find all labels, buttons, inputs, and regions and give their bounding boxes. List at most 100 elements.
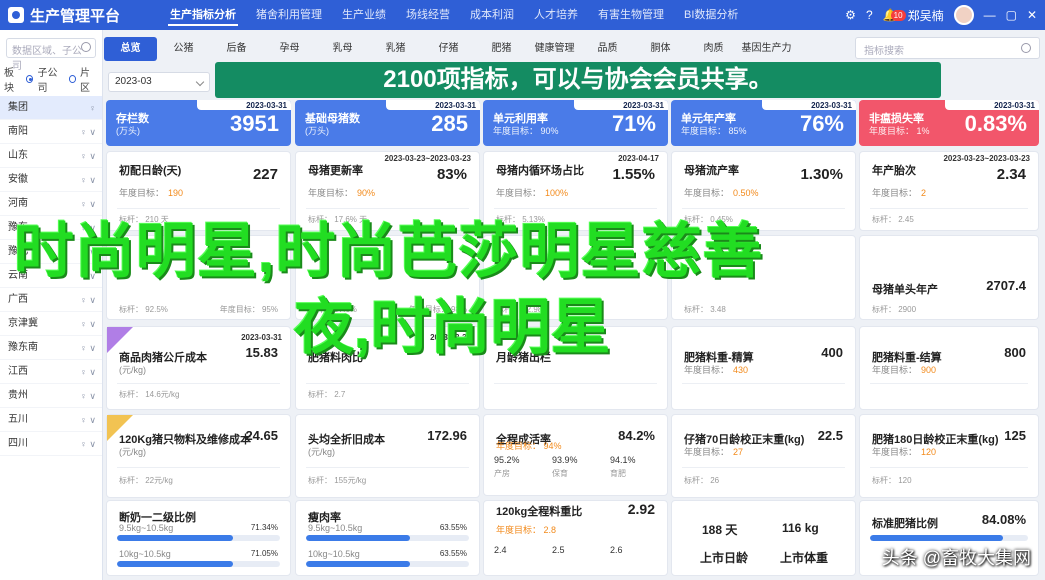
sidebar-item[interactable]: 豫东南 ♀ ∨	[0, 336, 102, 360]
kpi-card[interactable]: 2023-03-31 存栏数 (万头) 3951	[106, 100, 291, 146]
metric-card[interactable]: 头均全折旧成本 172.96 (元/kg) 标杆： 155元/kg	[295, 414, 480, 498]
sidebar-item-actions[interactable]: ♀ ∨	[80, 120, 96, 144]
bell-icon[interactable]: 🔔10	[883, 8, 906, 22]
sidebar-item[interactable]: 五川 ♀ ∨	[0, 408, 102, 432]
sidebar-item[interactable]: 江西 ♀ ∨	[0, 360, 102, 384]
tab-item[interactable]: 仔猪	[422, 37, 475, 61]
metric-goal-value: 27	[733, 447, 744, 457]
metric-card[interactable]: 母猪单头年产 2707.4 标杆： 2900	[859, 235, 1039, 320]
metric-card[interactable]: 仔猪70日龄校正末重(kg) 22.5 年度目标： 27 标杆： 26	[671, 414, 856, 498]
topnav-item[interactable]: 生产指标分析	[160, 0, 246, 30]
topnav-item[interactable]: 有害生物管理	[588, 0, 674, 30]
metric-card[interactable]: 肥猪180日龄校正末重(kg) 125 年度目标： 120 标杆： 120	[859, 414, 1039, 498]
tab-item[interactable]: 后备	[210, 37, 263, 61]
metric-card[interactable]: 2023-03-31 商品肉猪公斤成本 (元/kg) 15.83 标杆： 14.6元/k…	[106, 326, 291, 410]
avatar[interactable]	[953, 5, 974, 25]
metric-card[interactable]: 2023-03-23~2023-03-23 年产胎次 2.34 年度目标： 2 标杆： 2…	[859, 151, 1039, 231]
sidebar-item[interactable]: 安徽 ♀ ∨	[0, 168, 102, 192]
metric-card[interactable]: 120kg全程料重比 2.92 年度目标： 2.8 2.4 2.5 2.6	[483, 500, 668, 576]
kpi-card[interactable]: 2023-03-31 非瘟损失率 年度目标： 1% 0.83%	[859, 100, 1039, 146]
tab-item[interactable]: 基因生产力	[740, 37, 793, 61]
tab-item[interactable]: 胴体	[634, 37, 687, 61]
topnav-item[interactable]: 人才培养	[524, 0, 588, 30]
metric-card[interactable]: 标杆： 92.5% 年度目标： 95%	[106, 235, 291, 320]
tab-item[interactable]: 乳猪	[369, 37, 422, 61]
user-name[interactable]: 郑吴楠	[908, 7, 944, 24]
topnav-item[interactable]: 猪舍利用管理	[246, 0, 332, 30]
sidebar-item-actions[interactable]: ♀ ∨	[80, 384, 96, 408]
metric-card[interactable]: 2023-03-31 肥猪料肉比 标杆： 2.7	[295, 326, 480, 410]
sidebar-item-actions[interactable]: ♀ ∨	[80, 360, 96, 384]
app-brand[interactable]: 生产管理平台	[0, 5, 160, 26]
date-select[interactable]: 2023-03	[108, 72, 210, 92]
range-label: 9.5kg~10.5kg	[308, 523, 363, 533]
topnav-item[interactable]: 成本利润	[460, 0, 524, 30]
sidebar-item[interactable]: 云南 ♀ ∨	[0, 264, 102, 288]
metric-card[interactable]: 标杆： 97.6% 年度目标： 98%	[295, 235, 480, 320]
kpi-card[interactable]: 2023-03-31 基础母猪数 (万头) 285	[295, 100, 480, 146]
sidebar-item[interactable]: 广西 ♀ ∨	[0, 288, 102, 312]
metric-card[interactable]: 断奶一二级比例 9.5kg~10.5kg 71.34% 10kg~10.5kg 71.0…	[106, 500, 291, 576]
sidebar-item-actions[interactable]: ♀ ∨	[80, 432, 96, 456]
sidebar-item-actions[interactable]: ♀ ∨	[80, 216, 96, 240]
tab-item[interactable]: 肉质	[687, 37, 740, 61]
settings-icon[interactable]: ⚙	[845, 8, 856, 22]
sidebar-search-input[interactable]: 数据区域、子公司	[6, 38, 96, 72]
metric-card[interactable]: 标杆： 12.98	[483, 235, 668, 320]
metric-card[interactable]: 标杆： 3.48	[671, 235, 856, 320]
metric-card[interactable]: 120Kg猪只物料及维修成本 24.65 (元/kg) 标杆： 22元/kg	[106, 414, 291, 498]
metric-date: 2023-03-23~2023-03-23	[384, 154, 471, 163]
sidebar-item[interactable]: 贵州 ♀ ∨	[0, 384, 102, 408]
sidebar-item[interactable]: 山东 ♀ ∨	[0, 144, 102, 168]
tab-item[interactable]: 健康管理	[528, 37, 581, 61]
tab-item[interactable]: 公猪	[157, 37, 210, 61]
sidebar-item-actions[interactable]: ♀ ∨	[80, 168, 96, 192]
sidebar-item[interactable]: 豫北 ♀ ∨	[0, 240, 102, 264]
sidebar-item-actions[interactable]: ♀ ∨	[80, 312, 96, 336]
tab-item[interactable]: 品质	[581, 37, 634, 61]
close-icon[interactable]: ✕	[1027, 8, 1037, 22]
metric-card[interactable]: 2023-03-23~2023-03-23 母猪更新率 83% 年度目标： 90% 标杆：…	[295, 151, 480, 231]
metric-card[interactable]: 母猪流产率 1.30% 年度目标： 0.50% 标杆： 0.45%	[671, 151, 856, 231]
sidebar-item-actions[interactable]: ♀ ∨	[80, 264, 96, 288]
metric-card[interactable]: 2023-04-17 母猪内循环场占比 1.55% 年度目标： 100% 标杆： 5.13…	[483, 151, 668, 231]
metric-card[interactable]: 肥猪料重-结算 800 年度目标： 900	[859, 326, 1039, 410]
minimize-icon[interactable]: —	[984, 8, 996, 22]
metric-card[interactable]: 188 天 116 kg 上市日龄 上市体重	[671, 500, 856, 576]
metric-card[interactable]: 标准肥猪比例 84.08%	[859, 500, 1039, 576]
radio-region[interactable]	[68, 75, 76, 83]
topnav-item[interactable]: 场线经营	[396, 0, 460, 30]
sidebar-item[interactable]: 京津冀 ♀ ∨	[0, 312, 102, 336]
metric-card[interactable]: 月龄猪出栏	[483, 326, 668, 410]
metric-card[interactable]: 全程成活率 84.2% 年度目标： 94% 95.2% 产房 93.9% 保育 94.1% 育肥	[483, 414, 668, 496]
metric-card[interactable]: 瘦肉率 9.5kg~10.5kg 63.55% 10kg~10.5kg 63.55%	[295, 500, 480, 576]
sidebar-item-actions[interactable]: ♀ ∨	[80, 192, 96, 216]
topnav-item[interactable]: 生产业绩	[332, 0, 396, 30]
sidebar-item-actions[interactable]: ♀ ∨	[80, 408, 96, 432]
indicator-search-input[interactable]: 指标搜索	[855, 37, 1040, 59]
sidebar-item-actions[interactable]: ♀ ∨	[80, 240, 96, 264]
tab-item[interactable]: 总览	[104, 37, 157, 61]
kpi-card[interactable]: 2023-03-31 单元利用率 年度目标： 90% 71%	[483, 100, 668, 146]
metric-card[interactable]: 初配日龄(天) 227 年度目标： 190 标杆： 210 天	[106, 151, 291, 231]
sidebar-item[interactable]: 四川 ♀ ∨	[0, 432, 102, 456]
radio-label-b[interactable]: 子公司	[37, 64, 64, 94]
kpi-card[interactable]: 2023-03-31 单元年产率 年度目标： 85% 76%	[671, 100, 856, 146]
radio-label-c[interactable]: 片区	[80, 64, 98, 94]
sidebar-item[interactable]: 南阳 ♀ ∨	[0, 120, 102, 144]
sidebar-item[interactable]: 豫东 ♀ ∨	[0, 216, 102, 240]
metric-card[interactable]: 肥猪料重-精算 400 年度目标： 430	[671, 326, 856, 410]
sidebar-item-actions[interactable]: ♀	[89, 96, 96, 120]
sidebar-item-actions[interactable]: ♀ ∨	[80, 144, 96, 168]
help-icon[interactable]: ?	[866, 8, 873, 22]
sidebar-item-actions[interactable]: ♀ ∨	[80, 288, 96, 312]
tab-item[interactable]: 孕母	[263, 37, 316, 61]
radio-subsidiary[interactable]	[26, 75, 34, 83]
sidebar-item-actions[interactable]: ♀ ∨	[80, 336, 96, 360]
maximize-icon[interactable]: ▢	[1006, 8, 1017, 22]
tab-item[interactable]: 乳母	[316, 37, 369, 61]
sidebar-item[interactable]: 河南 ♀ ∨	[0, 192, 102, 216]
sidebar-item[interactable]: 集团 ♀	[0, 96, 102, 120]
topnav-item[interactable]: BI数据分析	[674, 0, 748, 30]
tab-item[interactable]: 肥猪	[475, 37, 528, 61]
